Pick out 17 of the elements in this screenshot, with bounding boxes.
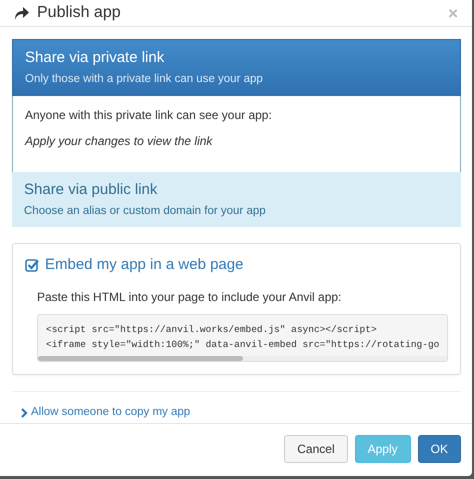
link-note: Apply your changes to view the link	[25, 133, 214, 150]
code-line: <iframe style="width:100%;" data-anvil-embed src="https://rotating-go	[46, 338, 440, 352]
share-option-tab[interactable]: Share via public link Choose an alias or custom domain for your app	[12, 172, 461, 227]
share-option-tab[interactable]: Share via private link Only those with a private link can use your app	[12, 39, 461, 96]
scrollbar[interactable]	[38, 356, 447, 362]
link-description: Anyone with this private link can see your app:	[25, 107, 273, 124]
code-line: <script src="https://anvil.works/embed.js" async></script>	[46, 323, 377, 338]
chevron-icon	[20, 408, 28, 418]
code-box[interactable]: <script src="https://anvil.works/embed.js" async></script> <iframe style="width:100%;" data-anvil-embed src="https://rotating-go	[37, 314, 448, 362]
dialog-button[interactable]: Cancel	[284, 435, 348, 463]
dialog-title: Publish app	[37, 3, 121, 24]
checkbox-icon	[25, 258, 39, 272]
embed-checkbox[interactable]: Embed my app in a web page	[25, 254, 448, 276]
embed-instructions: Paste this HTML into your page to include your Anvil app:	[37, 289, 342, 306]
copy-app-link[interactable]: Allow someone to copy my app	[20, 404, 190, 422]
share-arrow-icon	[14, 6, 29, 20]
dialog-button[interactable]: OK	[418, 435, 461, 463]
